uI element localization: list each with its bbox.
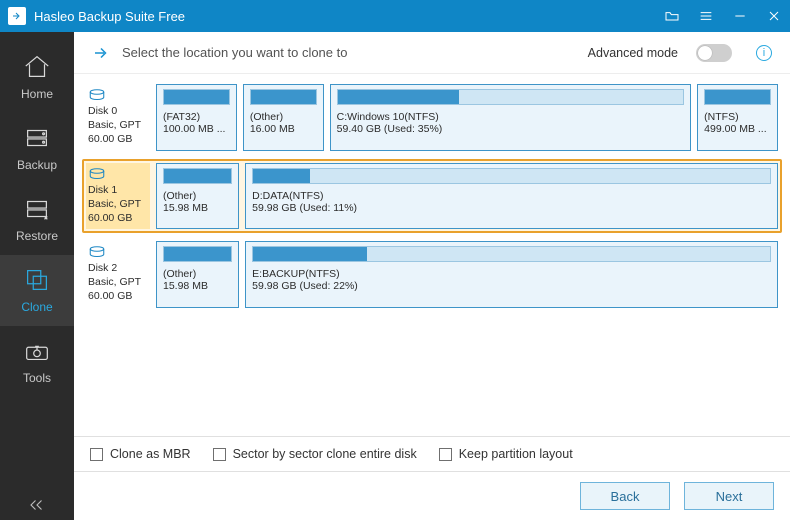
- partition-container: (Other)15.98 MBE:BACKUP(NTFS)59.98 GB (U…: [156, 241, 778, 308]
- checkbox-box: [439, 448, 452, 461]
- disk-size: 60.00 GB: [88, 211, 148, 225]
- partition-label: (Other): [250, 111, 317, 123]
- disk-type: Basic, GPT: [88, 197, 148, 211]
- nav-tools[interactable]: Tools: [0, 326, 74, 397]
- partition-label: E:BACKUP(NTFS): [252, 268, 771, 280]
- restore-icon: [22, 194, 52, 224]
- partition-usage-bar: [252, 168, 771, 184]
- partition-usage-bar: [252, 246, 771, 262]
- options-row: Clone as MBR Sector by sector clone entir…: [74, 436, 790, 471]
- disk-list: Disk 0Basic, GPT60.00 GB(FAT32)100.00 MB…: [74, 74, 790, 436]
- titlebar: Hasleo Backup Suite Free: [0, 0, 790, 32]
- option-checkbox[interactable]: Sector by sector clone entire disk: [213, 447, 417, 461]
- partition-size: 15.98 MB: [163, 202, 232, 214]
- minimize-button[interactable]: [732, 8, 748, 24]
- nav-restore[interactable]: Restore: [0, 184, 74, 255]
- nav-label: Tools: [23, 371, 51, 385]
- nav-backup[interactable]: Backup: [0, 113, 74, 184]
- partition-label: (NTFS): [704, 111, 771, 123]
- footer: Back Next: [74, 471, 790, 520]
- close-button[interactable]: [766, 8, 782, 24]
- partition[interactable]: (Other)16.00 MB: [243, 84, 324, 151]
- main-panel: Select the location you want to clone to…: [74, 32, 790, 520]
- partition-size: 16.00 MB: [250, 123, 317, 135]
- partition-size: 59.40 GB (Used: 35%): [337, 123, 685, 135]
- partition[interactable]: (FAT32)100.00 MB ...: [156, 84, 237, 151]
- partition-usage-bar: [337, 89, 685, 105]
- partition-size: 15.98 MB: [163, 280, 232, 292]
- nav-label: Clone: [21, 300, 52, 314]
- partition[interactable]: D:DATA(NTFS)59.98 GB (Used: 11%): [245, 163, 778, 230]
- partition-label: (FAT32): [163, 111, 230, 123]
- advanced-mode-label: Advanced mode: [588, 46, 678, 60]
- disk-info: Disk 2Basic, GPT60.00 GB: [86, 241, 150, 308]
- disk-icon: [88, 88, 106, 102]
- option-checkbox[interactable]: Keep partition layout: [439, 447, 573, 461]
- disk-info: Disk 1Basic, GPT60.00 GB: [86, 163, 150, 230]
- partition-usage-bar: [163, 89, 230, 105]
- partition[interactable]: C:Windows 10(NTFS)59.40 GB (Used: 35%): [330, 84, 692, 151]
- home-icon: [22, 52, 52, 82]
- disk-info: Disk 0Basic, GPT60.00 GB: [86, 84, 150, 151]
- partition-label: (Other): [163, 190, 232, 202]
- advanced-mode-toggle[interactable]: [696, 44, 732, 62]
- partition-size: 59.98 GB (Used: 22%): [252, 280, 771, 292]
- nav-label: Home: [21, 87, 53, 101]
- partition-size: 100.00 MB ...: [163, 123, 230, 135]
- instruction-text: Select the location you want to clone to: [122, 45, 576, 60]
- nav-label: Backup: [17, 158, 57, 172]
- partition-label: C:Windows 10(NTFS): [337, 111, 685, 123]
- disk-icon: [88, 167, 106, 181]
- disk-row[interactable]: Disk 1Basic, GPT60.00 GB(Other)15.98 MBD…: [82, 159, 782, 234]
- nav-label: Restore: [16, 229, 58, 243]
- app-logo-icon: [8, 7, 26, 25]
- partition-label: (Other): [163, 268, 232, 280]
- checkbox-label: Keep partition layout: [459, 447, 573, 461]
- partition[interactable]: E:BACKUP(NTFS)59.98 GB (Used: 22%): [245, 241, 778, 308]
- disk-type: Basic, GPT: [88, 118, 148, 132]
- partition-label: D:DATA(NTFS): [252, 190, 771, 202]
- partition-size: 499.00 MB ...: [704, 123, 771, 135]
- app-title: Hasleo Backup Suite Free: [34, 9, 664, 24]
- disk-size: 60.00 GB: [88, 132, 148, 146]
- backup-icon: [22, 123, 52, 153]
- location-icon: [92, 44, 110, 62]
- disk-name: Disk 0: [88, 104, 148, 118]
- nav-clone[interactable]: Clone: [0, 255, 74, 326]
- option-checkbox[interactable]: Clone as MBR: [90, 447, 191, 461]
- partition-size: 59.98 GB (Used: 11%): [252, 202, 771, 214]
- disk-icon: [88, 245, 106, 259]
- instruction-bar: Select the location you want to clone to…: [74, 32, 790, 74]
- sidebar: Home Backup Restore Clone Tools: [0, 32, 74, 520]
- disk-name: Disk 1: [88, 183, 148, 197]
- info-icon[interactable]: i: [756, 45, 772, 61]
- checkbox-box: [213, 448, 226, 461]
- disk-name: Disk 2: [88, 261, 148, 275]
- partition-container: (Other)15.98 MBD:DATA(NTFS)59.98 GB (Use…: [156, 163, 778, 230]
- menu-icon[interactable]: [698, 8, 714, 24]
- open-folder-icon[interactable]: [664, 8, 680, 24]
- sidebar-collapse-button[interactable]: [0, 498, 74, 512]
- partition-usage-bar: [250, 89, 317, 105]
- partition-usage-bar: [704, 89, 771, 105]
- disk-row[interactable]: Disk 2Basic, GPT60.00 GB(Other)15.98 MBE…: [82, 237, 782, 312]
- tools-icon: [22, 336, 52, 366]
- checkbox-box: [90, 448, 103, 461]
- clone-icon: [22, 265, 52, 295]
- disk-type: Basic, GPT: [88, 275, 148, 289]
- next-button[interactable]: Next: [684, 482, 774, 510]
- back-button[interactable]: Back: [580, 482, 670, 510]
- partition-usage-bar: [163, 168, 232, 184]
- partition[interactable]: (Other)15.98 MB: [156, 163, 239, 230]
- partition[interactable]: (NTFS)499.00 MB ...: [697, 84, 778, 151]
- checkbox-label: Clone as MBR: [110, 447, 191, 461]
- disk-size: 60.00 GB: [88, 289, 148, 303]
- partition[interactable]: (Other)15.98 MB: [156, 241, 239, 308]
- partition-usage-bar: [163, 246, 232, 262]
- disk-row[interactable]: Disk 0Basic, GPT60.00 GB(FAT32)100.00 MB…: [82, 80, 782, 155]
- checkbox-label: Sector by sector clone entire disk: [233, 447, 417, 461]
- partition-container: (FAT32)100.00 MB ...(Other)16.00 MBC:Win…: [156, 84, 778, 151]
- nav-home[interactable]: Home: [0, 42, 74, 113]
